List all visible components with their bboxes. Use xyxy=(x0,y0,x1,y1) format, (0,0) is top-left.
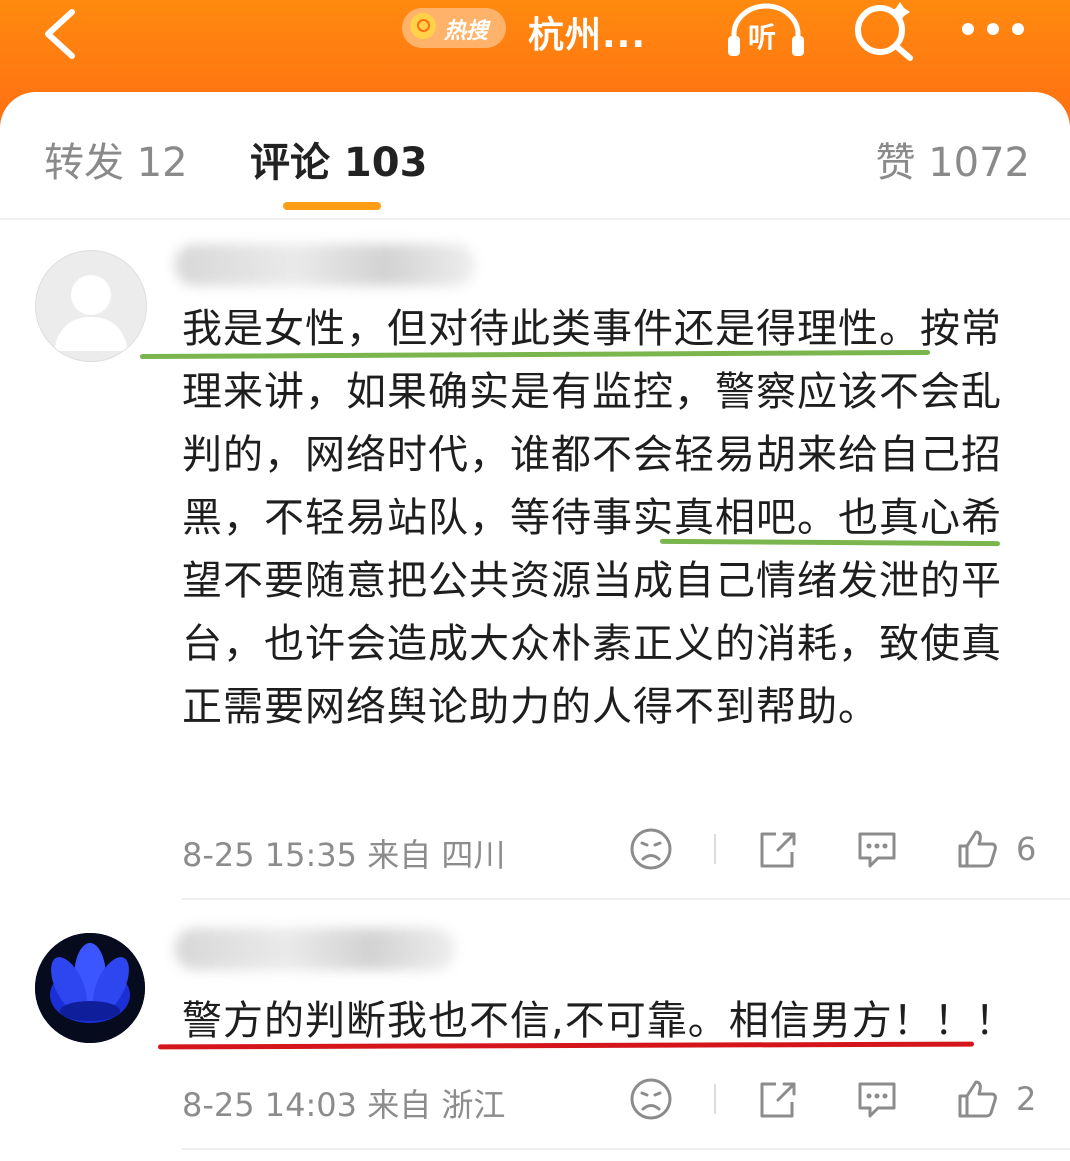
username-blurred[interactable] xyxy=(175,244,475,286)
active-tab-indicator xyxy=(283,202,381,210)
default-avatar-icon xyxy=(54,275,128,351)
comment-meta: 8-25 15:35 来自 四川 xyxy=(182,836,506,874)
like-count: 2 xyxy=(1016,1080,1037,1118)
listen-label: 听 xyxy=(748,21,777,54)
comment-meta: 8-25 14:03 来自 浙江 xyxy=(182,1086,506,1124)
share-icon[interactable] xyxy=(754,826,800,872)
username-blurred[interactable] xyxy=(175,928,455,970)
dislike-face-icon[interactable] xyxy=(628,1076,674,1122)
comment-divider xyxy=(182,898,1070,900)
listen-button[interactable]: 听 xyxy=(724,2,808,62)
avatar[interactable] xyxy=(35,933,145,1043)
comment-divider xyxy=(182,1148,1070,1150)
thumbs-up-icon[interactable] xyxy=(954,826,1000,872)
hot-search-label: 热搜 xyxy=(444,19,489,44)
reply-icon[interactable] xyxy=(854,826,900,872)
share-icon[interactable] xyxy=(754,1076,800,1122)
tabs-divider xyxy=(0,218,1070,220)
like-count: 6 xyxy=(1016,830,1037,868)
comment-text: 我是女性，但对待此类事件还是得理性。按常理来讲，如果确实是有监控，警察应该不会乱… xyxy=(182,306,1002,730)
more-options-icon[interactable] xyxy=(958,14,1028,44)
action-separator xyxy=(714,834,716,864)
blue-flower-image xyxy=(35,933,145,1043)
tab-comment[interactable]: 评论 103 xyxy=(250,130,427,188)
action-separator xyxy=(714,1084,716,1114)
page-title[interactable]: 杭州... xyxy=(528,6,646,58)
hot-search-badge[interactable]: 热搜 xyxy=(402,8,506,48)
comment-actions: 2 xyxy=(628,1076,1038,1126)
dislike-face-icon[interactable] xyxy=(628,826,674,872)
tab-repost[interactable]: 转发 12 xyxy=(44,130,188,188)
back-arrow-icon[interactable] xyxy=(36,6,96,62)
thumbs-up-icon[interactable] xyxy=(954,1076,1000,1122)
tab-like[interactable]: 赞 1072 xyxy=(875,130,1030,188)
comment-actions: 6 xyxy=(628,826,1038,876)
search-icon[interactable] xyxy=(850,0,920,62)
reply-icon[interactable] xyxy=(854,1076,900,1122)
hot-search-icon xyxy=(410,13,436,39)
avatar[interactable] xyxy=(35,250,147,362)
